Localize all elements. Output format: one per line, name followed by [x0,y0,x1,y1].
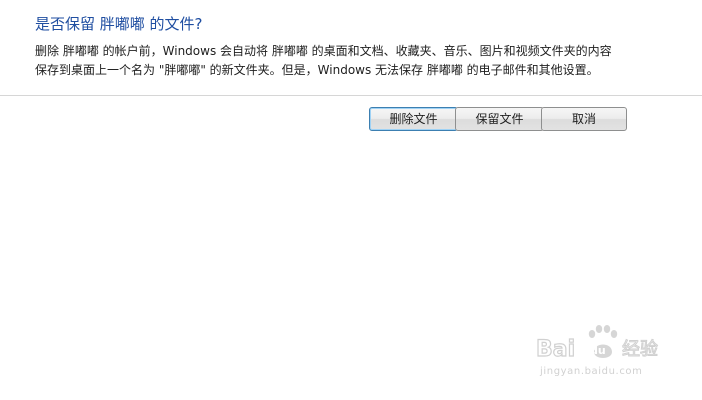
baidu-jingyan-logo: du Bai 经验 [536,325,659,363]
watermark-url: jingyan.baidu.com [540,366,643,377]
baidu-jingyan-watermark: du Bai 经验 jingyan.baidu.com [536,322,676,384]
svg-text:Bai: Bai [536,337,575,362]
dialog-description: 删除 胖嘟嘟 的帐户前，Windows 会自动将 胖嘟嘟 的桌面和文档、收藏夹、… [35,42,655,80]
cancel-button[interactable]: 取消 [541,107,627,131]
separator [0,95,702,96]
description-line-1: 删除 胖嘟嘟 的帐户前，Windows 会自动将 胖嘟嘟 的桌面和文档、收藏夹、… [35,44,612,58]
svg-text:du: du [590,344,606,357]
delete-files-button[interactable]: 删除文件 [369,107,458,131]
description-line-2: 保存到桌面上一个名为 "胖嘟嘟" 的新文件夹。但是，Windows 无法保存 胖… [35,63,599,77]
svg-text:经验: 经验 [622,339,658,360]
delete-account-dialog: 是否保留 胖嘟嘟 的文件? 删除 胖嘟嘟 的帐户前，Windows 会自动将 胖… [0,0,702,400]
keep-files-button[interactable]: 保留文件 [455,107,544,131]
dialog-title: 是否保留 胖嘟嘟 的文件? [35,15,203,33]
button-row: 删除文件 保留文件 取消 [0,107,702,131]
